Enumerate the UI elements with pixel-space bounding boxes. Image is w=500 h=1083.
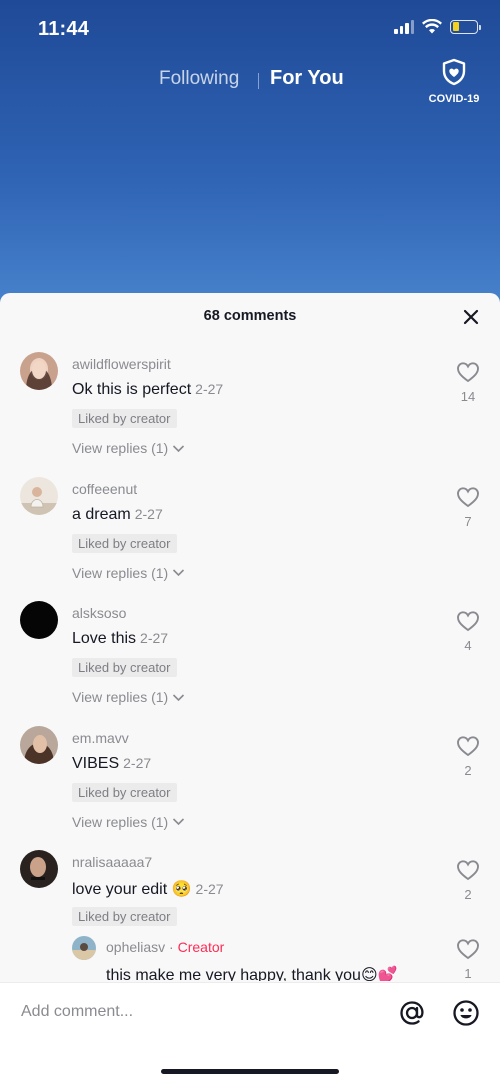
comments-sheet: 68 comments awildflowerspirit Ok this is… [0, 293, 500, 1083]
liked-by-creator-badge: Liked by creator [72, 782, 177, 802]
comment-text: Love this 2-27 [72, 630, 168, 648]
shield-icon [442, 58, 466, 86]
comment-item: em.mavv VIBES 2-27 Liked by creator View … [0, 713, 500, 838]
comments-list[interactable]: awildflowerspirit Ok this is perfect 2-27… [0, 339, 500, 981]
view-replies-button[interactable]: View replies (1) [72, 565, 185, 581]
tab-for-you[interactable]: For You [270, 67, 344, 90]
like-count: 2 [464, 887, 472, 902]
comments-count-title: 68 comments [203, 308, 297, 324]
comment-body: VIBES [72, 754, 120, 772]
comment-input[interactable]: Add comment... [21, 1003, 133, 1021]
liked-by-creator-badge: Liked by creator [72, 658, 177, 677]
comment-username[interactable]: awildflowerspirit [72, 356, 171, 372]
creator-label: Creator [177, 939, 225, 955]
comment-item: awildflowerspirit Ok this is perfect 2-27… [0, 339, 500, 464]
comment-item: coffeeenut a dream 2-27 Liked by creator … [0, 464, 500, 589]
avatar[interactable] [20, 352, 58, 390]
mention-icon[interactable] [397, 998, 427, 1028]
chevron-down-icon [173, 569, 185, 577]
comment-input-bar: Add comment... [0, 982, 500, 1083]
heart-icon [457, 860, 479, 881]
heart-icon [457, 362, 479, 383]
comment-username[interactable]: alsksoso [72, 605, 126, 621]
comment-text: love your edit 🥺 2-27 [72, 879, 224, 899]
like-button[interactable]: 2 [454, 859, 482, 902]
liked-by-creator-badge: Liked by creator [72, 907, 177, 926]
reply-like-button[interactable]: 1 [454, 938, 482, 981]
heart-icon [457, 939, 479, 960]
like-button[interactable]: 2 [454, 735, 482, 778]
view-replies-button[interactable]: View replies (1) [72, 440, 185, 456]
comment-body: Ok this is perfect [72, 381, 192, 398]
like-button[interactable]: 14 [454, 361, 482, 404]
comments-header: 68 comments [0, 293, 500, 339]
close-icon[interactable] [462, 308, 480, 326]
comment-username[interactable]: nralisaaaaa7 [72, 854, 152, 870]
like-count: 4 [464, 638, 472, 653]
wifi-icon [422, 19, 442, 34]
view-replies-label: View replies (1) [72, 689, 169, 705]
heart-icon [457, 735, 479, 756]
covid-label: COVID-19 [428, 93, 480, 105]
comment-body: love your edit 🥺 [72, 881, 192, 898]
like-count: 14 [460, 389, 476, 404]
reply-separator: · [165, 939, 178, 955]
comment-item: alsksoso Love this 2-27 Liked by creator … [0, 588, 500, 713]
reply-avatar[interactable] [72, 936, 96, 960]
reply-username[interactable]: opheliasv [106, 939, 165, 955]
view-replies-label: View replies (1) [72, 564, 169, 581]
status-icons [394, 19, 481, 34]
comment-body: a dream [72, 505, 131, 523]
tab-divider [258, 73, 259, 89]
comment-username[interactable]: em.mavv [72, 730, 129, 746]
comment-date: 2-27 [123, 754, 152, 771]
avatar[interactable] [20, 601, 58, 639]
view-replies-label: View replies (1) [72, 440, 169, 456]
comment-date: 2-27 [134, 505, 163, 522]
reply-item: opheliasv · Creator this make me very ha… [72, 936, 500, 981]
comment-text: a dream 2-27 [72, 506, 163, 524]
chevron-down-icon [173, 818, 185, 826]
signal-icon [394, 19, 414, 34]
liked-by-creator-badge: Liked by creator [72, 533, 177, 553]
comment-body: Love this [72, 630, 137, 647]
liked-by-creator-badge: Liked by creator [72, 409, 177, 428]
comment-username[interactable]: coffeeenut [72, 481, 137, 497]
covid-button[interactable]: COVID-19 [426, 58, 482, 105]
avatar[interactable] [20, 725, 58, 764]
home-indicator [161, 1069, 339, 1074]
comment-item: nralisaaaaa7 love your edit 🥺 2-27 Liked … [0, 837, 500, 981]
like-count: 2 [464, 762, 472, 778]
view-replies-label: View replies (1) [72, 813, 169, 830]
comment-text: VIBES 2-27 [72, 755, 151, 773]
reply-username-line: opheliasv · Creator [106, 939, 224, 955]
reply-text: this make me very happy, thank you😊💕 [106, 967, 398, 981]
chevron-down-icon [173, 693, 185, 701]
like-count: 7 [464, 513, 472, 529]
view-replies-button[interactable]: View replies (1) [72, 689, 185, 705]
like-button[interactable]: 7 [454, 486, 482, 529]
heart-icon [457, 486, 479, 507]
avatar[interactable] [20, 850, 58, 888]
comment-text: Ok this is perfect 2-27 [72, 381, 223, 399]
battery-icon [450, 19, 481, 34]
comment-date: 2-27 [140, 630, 169, 646]
like-count: 1 [464, 966, 472, 981]
status-bar: 11:44 [0, 0, 500, 60]
emoji-icon[interactable] [451, 998, 481, 1028]
feed-tabs: Following For You [0, 66, 500, 96]
tab-following[interactable]: Following [159, 68, 239, 90]
status-time: 11:44 [38, 18, 90, 40]
comment-date: 2-27 [195, 381, 224, 397]
heart-icon [457, 611, 479, 632]
comment-date: 2-27 [195, 881, 224, 897]
avatar[interactable] [20, 476, 58, 515]
view-replies-button[interactable]: View replies (1) [72, 814, 185, 830]
chevron-down-icon [173, 444, 185, 452]
like-button[interactable]: 4 [454, 610, 482, 653]
